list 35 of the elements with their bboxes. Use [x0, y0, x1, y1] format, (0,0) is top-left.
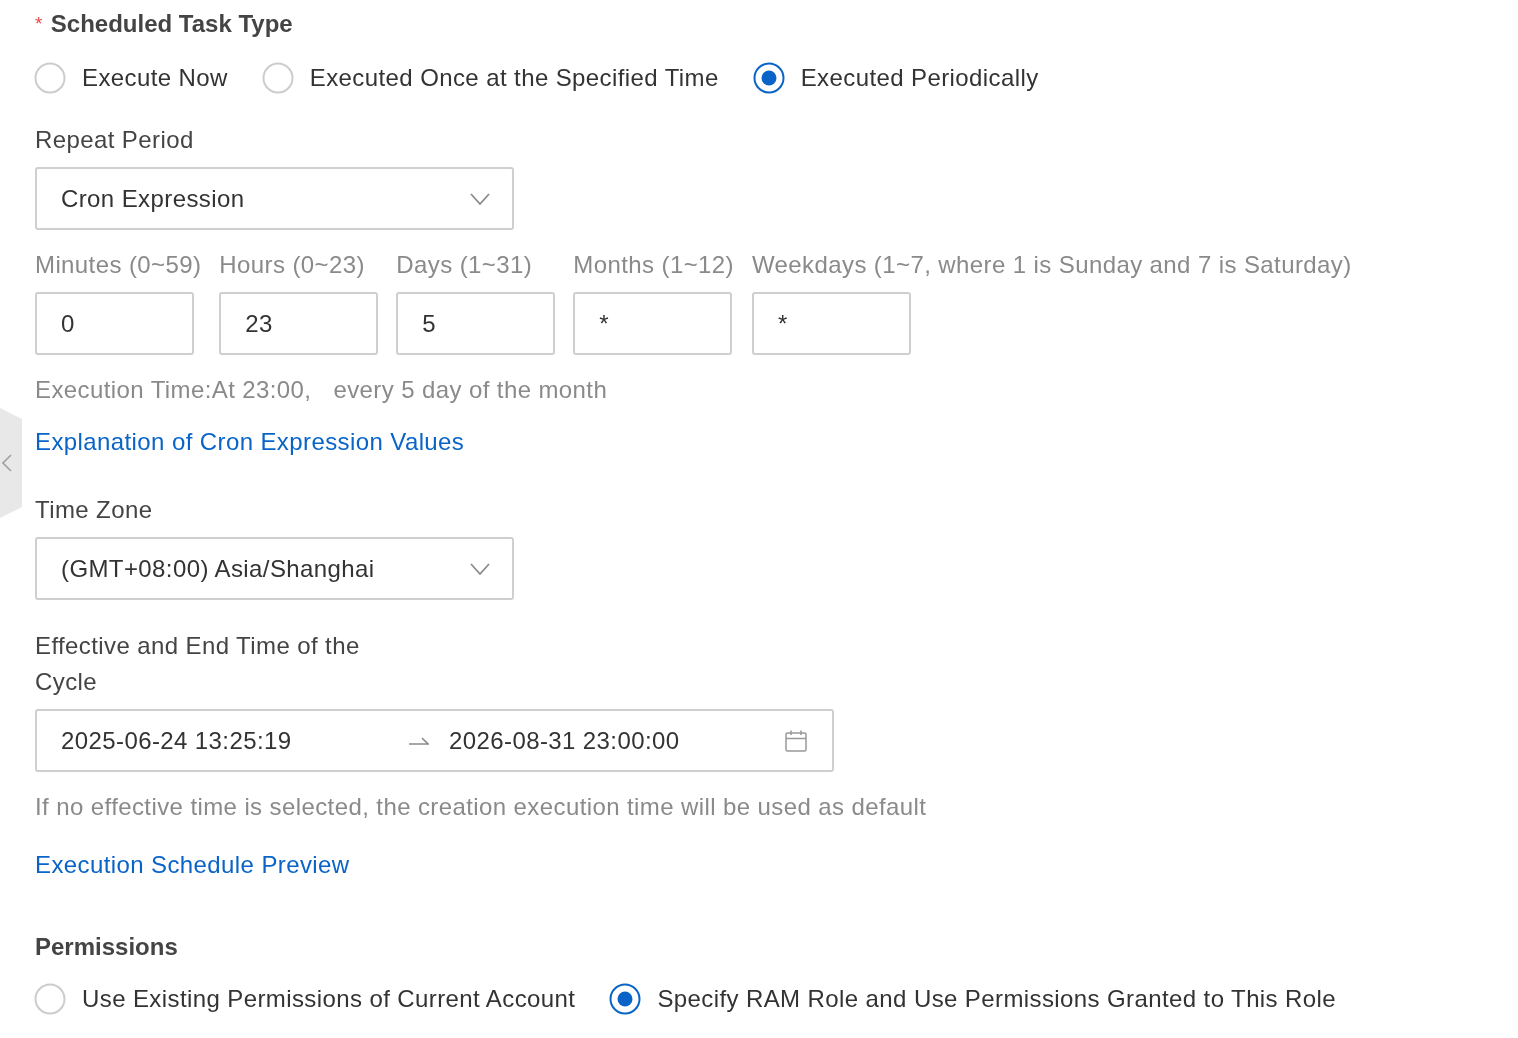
execution-time-text: every 5 day of the month	[333, 375, 608, 405]
radio-option[interactable]: Specify RAM Role and Use Permissions Granted to This Role	[609, 983, 1337, 1015]
radio-option[interactable]: Executed Periodically	[752, 62, 1039, 94]
chevron-down-icon	[470, 192, 490, 205]
radio-option[interactable]: Executed Once at the Specified Time	[261, 62, 719, 94]
input-field[interactable]: 23	[219, 292, 379, 355]
field-label: Days (1~31)	[396, 250, 534, 280]
field-label: Time Zone	[35, 495, 153, 525]
input-field[interactable]: *	[752, 292, 911, 355]
start-time-value[interactable]: 2025-06-24 13:25:19	[61, 726, 409, 755]
section-title: Scheduled Task Type	[50, 9, 293, 39]
repeat-period-select[interactable]: Cron Expression	[35, 167, 514, 230]
field-label: Repeat Period	[35, 125, 194, 155]
required-asterisk: *	[35, 12, 43, 36]
section-title: Permissions	[35, 932, 178, 962]
field-label: Minutes (0~59)	[35, 250, 202, 280]
field-label: Hours (0~23)	[219, 250, 366, 280]
help-link[interactable]: Explanation of Cron Expression Values	[35, 426, 465, 458]
chevron-left-icon	[2, 454, 12, 472]
time-zone-select[interactable]: (GMT+08:00) Asia/Shanghai	[35, 537, 514, 600]
field-label: Weekdays (1~7, where 1 is Sunday and 7 is Saturday)	[752, 250, 1352, 280]
preview-link[interactable]: Execution Schedule Preview	[35, 849, 350, 881]
input-field[interactable]: *	[573, 292, 733, 355]
hint-text: If no effective time is selected, the creation execution time will be used as default	[35, 792, 927, 822]
end-time-value[interactable]: 2026-08-31 23:00:00	[449, 726, 785, 755]
date-range-field[interactable]: 2025-06-24 13:25:19 2026-08-31 23:00:00	[35, 709, 834, 772]
field-label: Months (1~12)	[573, 250, 734, 280]
calendar-icon[interactable]	[785, 729, 807, 752]
radio-option[interactable]: Execute Now	[34, 62, 228, 94]
radio-option[interactable]: Use Existing Permissions of Current Account	[34, 983, 576, 1015]
field-label: Effective and End Time of the Cycle	[35, 631, 361, 697]
chevron-down-icon	[470, 562, 490, 575]
execution-time-text: Execution Time:At 23:00,	[35, 375, 312, 405]
input-field[interactable]: 0	[35, 292, 194, 355]
input-field[interactable]: 5	[396, 292, 556, 355]
